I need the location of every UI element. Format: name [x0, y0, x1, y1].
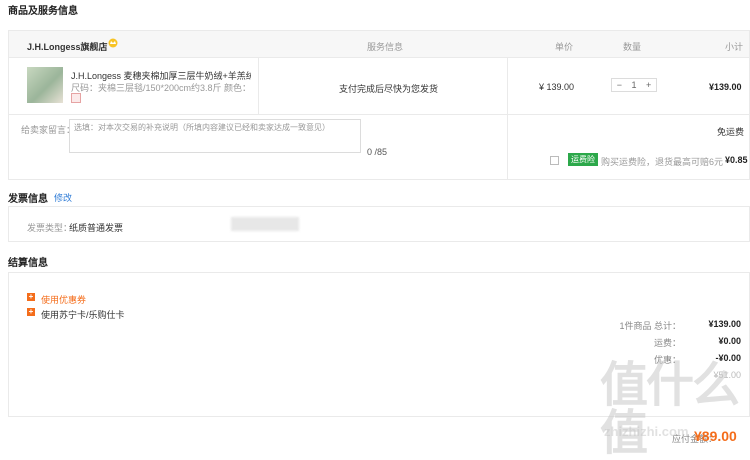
- message-label: 给卖家留言：: [21, 125, 76, 135]
- watermark-logo: 值什么值: [600, 359, 740, 460]
- invoice-type-label: 发票类型：: [27, 223, 73, 233]
- section-title-goods: 商品及服务信息: [8, 6, 78, 17]
- goods-panel: J.H.Longess旗舰店 服务信息 单价 数量 小计 J.H.Longess…: [8, 30, 750, 180]
- use-card-link[interactable]: 使用苏宁卡/乐购仕卡: [41, 308, 125, 321]
- quantity-value[interactable]: 1: [627, 80, 642, 90]
- message-char-count: 0 /85: [367, 147, 388, 157]
- use-coupon-link[interactable]: 使用优惠券: [41, 293, 86, 306]
- expand-plus-icon[interactable]: +: [27, 293, 35, 301]
- invoice-type-value: 纸质普通发票: [69, 223, 124, 233]
- crown-icon: [107, 38, 119, 48]
- plus-button[interactable]: +: [641, 80, 656, 90]
- shipping-fee-value: ¥0.00: [718, 336, 741, 346]
- message-placeholder: 选填：对本次交易的补充说明（所填内容建议已经和卖家达成一致意见）: [74, 123, 330, 132]
- product-spec: 尺码：夹棉三层毯/150*200cm约3.8斤 颜色：n…: [71, 83, 251, 93]
- total-label: 1件商品 总计：: [619, 321, 681, 331]
- invoice-panel: 发票类型： 纸质普通发票: [8, 206, 750, 242]
- divider: [507, 114, 508, 179]
- unit-price: ¥ 139.00: [539, 82, 575, 92]
- free-shipping-text: 免运费: [717, 127, 745, 137]
- shipping-insurance-price: ¥0.85: [725, 155, 748, 165]
- product-thumbnail[interactable]: [27, 67, 63, 103]
- service-info: 支付完成后尽快为您发货: [339, 84, 439, 94]
- shipping-insurance-checkbox[interactable]: [550, 156, 559, 165]
- col-price: 单价: [555, 42, 574, 52]
- quantity-stepper[interactable]: − 1 +: [611, 78, 657, 92]
- shipping-fee-label: 运费：: [653, 338, 681, 348]
- col-service: 服务信息: [367, 42, 404, 52]
- minus-button[interactable]: −: [612, 80, 627, 90]
- expand-plus-icon[interactable]: +: [27, 308, 35, 316]
- blurred-content: [231, 217, 299, 231]
- item-row: J.H.Longess 麦穗夹棉加厚三层牛奶绒+羊羔绒… 尺码：夹棉三层毯/15…: [9, 58, 749, 115]
- col-qty: 数量: [623, 42, 642, 52]
- shipping-insurance-tag: 运费险: [568, 153, 598, 166]
- total-value: ¥139.00: [708, 319, 741, 329]
- invoice-edit-link[interactable]: 修改: [54, 191, 72, 204]
- section-title-settle: 结算信息: [8, 258, 48, 269]
- divider: [258, 58, 259, 114]
- message-textarea[interactable]: 选填：对本次交易的补充说明（所填内容建议已经和卖家达成一致意见）: [69, 119, 361, 153]
- goods-header: J.H.Longess旗舰店 服务信息 单价 数量 小计: [9, 31, 749, 58]
- item-subtotal: ¥139.00: [709, 82, 742, 92]
- section-title-invoice: 发票信息: [8, 194, 48, 205]
- col-subtotal: 小计: [725, 42, 744, 52]
- promo-icon: [71, 93, 81, 103]
- watermark-url: zhizhizhi.com: [604, 424, 689, 439]
- shipping-insurance-desc: 购买运费险，退货最高可赔6元: [601, 157, 724, 167]
- divider: [507, 58, 508, 114]
- shop-name[interactable]: J.H.Longess旗舰店: [27, 40, 108, 53]
